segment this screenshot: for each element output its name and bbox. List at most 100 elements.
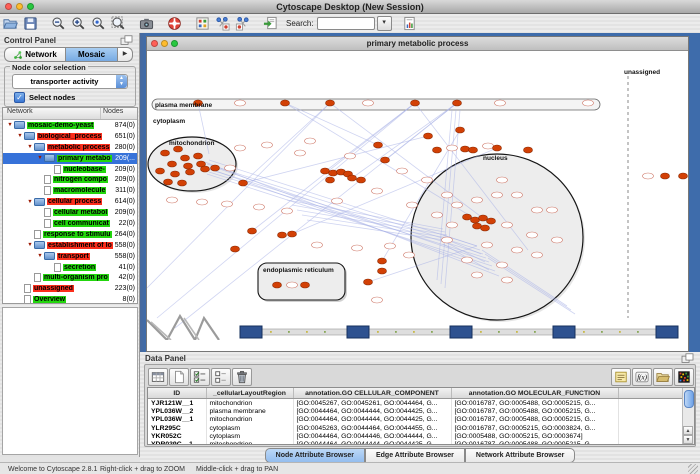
- network-node[interactable]: [281, 100, 290, 106]
- network-node-small[interactable]: [295, 150, 306, 156]
- expander-icon[interactable]: ▼: [16, 133, 24, 139]
- col-id[interactable]: ID: [148, 388, 206, 399]
- table-row[interactable]: YJR121W__1mitochondrion[GO:0045267, GO:0…: [148, 399, 684, 408]
- tree-row[interactable]: cell communicat22(0): [3, 218, 137, 229]
- network-node-small[interactable]: [643, 173, 654, 179]
- tree-row[interactable]: Overview8(0): [3, 294, 137, 304]
- network-node[interactable]: [463, 214, 472, 220]
- expander-icon[interactable]: ▼: [36, 155, 44, 161]
- network-node[interactable]: [326, 177, 335, 183]
- network-node-small[interactable]: [552, 237, 563, 243]
- network-node[interactable]: [278, 232, 287, 238]
- network-node-small[interactable]: [422, 177, 433, 183]
- table-row[interactable]: YLR295Ccytoplasm[GO:0045263, GO:0044464,…: [148, 424, 684, 432]
- network-node[interactable]: [473, 223, 482, 229]
- network-node[interactable]: [378, 268, 387, 274]
- open-icon[interactable]: [1, 15, 19, 32]
- network-node[interactable]: [487, 218, 496, 224]
- network-node-small[interactable]: [432, 212, 443, 218]
- network-node[interactable]: [288, 231, 297, 237]
- table-scrollbar[interactable]: ▲ ▼: [682, 388, 694, 444]
- network-node-small[interactable]: [482, 242, 493, 248]
- network-node-small[interactable]: [547, 207, 558, 213]
- network-node[interactable]: [168, 161, 177, 167]
- network-node[interactable]: [424, 133, 433, 139]
- tree-row[interactable]: macromolecule311(0): [3, 185, 137, 196]
- tree-column-nodes[interactable]: Nodes: [100, 108, 137, 119]
- network-node[interactable]: [461, 146, 470, 152]
- network-node[interactable]: [326, 100, 335, 106]
- network-node-small[interactable]: [197, 199, 208, 205]
- expander-icon[interactable]: ▼: [26, 242, 34, 248]
- import-document-icon[interactable]: [261, 15, 279, 32]
- network-node[interactable]: [481, 225, 490, 231]
- network-node-small[interactable]: [404, 252, 415, 258]
- network-node[interactable]: [239, 180, 248, 186]
- expander-icon[interactable]: ▼: [26, 144, 34, 150]
- tab-node-attribute-browser[interactable]: Node Attribute Browser: [265, 448, 365, 463]
- network-node[interactable]: [378, 258, 387, 264]
- network-node[interactable]: [164, 179, 173, 185]
- new-attribute-icon[interactable]: [169, 368, 189, 386]
- network-node-small[interactable]: [442, 237, 453, 243]
- tree-row[interactable]: secretion41(0): [3, 262, 137, 273]
- network-node-small[interactable]: [372, 297, 383, 303]
- network-node[interactable]: [364, 279, 373, 285]
- table-report-icon[interactable]: [401, 15, 419, 32]
- network-node-small[interactable]: [472, 197, 483, 203]
- network-node[interactable]: [456, 127, 465, 133]
- zoom-in-icon[interactable]: [69, 15, 87, 32]
- tree-row[interactable]: nucleobase-209(0): [3, 164, 137, 175]
- network-node-small[interactable]: [167, 197, 178, 203]
- network-node-small[interactable]: [363, 100, 374, 106]
- expander-icon[interactable]: ▼: [36, 253, 44, 259]
- network-node[interactable]: [248, 228, 257, 234]
- network-node[interactable]: [201, 166, 210, 172]
- network-node-small[interactable]: [532, 207, 543, 213]
- network-node-small[interactable]: [512, 192, 523, 198]
- tree-row[interactable]: unassigned223(0): [3, 283, 137, 294]
- network-node[interactable]: [357, 177, 366, 183]
- network-node[interactable]: [178, 180, 187, 186]
- network-node-small[interactable]: [492, 192, 503, 198]
- network-node-small[interactable]: [462, 257, 473, 263]
- tree-column-network[interactable]: Network: [3, 108, 100, 119]
- scroll-down-icon[interactable]: ▼: [683, 435, 693, 444]
- network-node[interactable]: [273, 282, 282, 288]
- col-molecular-function[interactable]: annotation.GO MOLECULAR_FUNCTION: [451, 388, 618, 399]
- network-node-small[interactable]: [282, 208, 293, 214]
- network-node-small[interactable]: [312, 242, 323, 248]
- table-row[interactable]: YKR052Ccytoplasm[GO:0044464, GO:0044446,…: [148, 432, 684, 440]
- zoom-selected-icon[interactable]: [89, 15, 107, 32]
- col-region[interactable]: _cellularLayoutRegion: [206, 388, 293, 399]
- network-node[interactable]: [329, 170, 338, 176]
- tree-row[interactable]: nitrogen compo209(0): [3, 174, 137, 185]
- network-node-small[interactable]: [235, 100, 246, 106]
- graphics-details-icon[interactable]: [193, 15, 211, 32]
- network-node-small[interactable]: [305, 138, 316, 144]
- expander-icon[interactable]: ▼: [6, 122, 14, 128]
- network-node[interactable]: [433, 147, 442, 153]
- matrix-browser-icon[interactable]: [674, 368, 694, 386]
- network-node-small[interactable]: [512, 247, 523, 253]
- network-node-small[interactable]: [262, 142, 273, 148]
- network-node-small[interactable]: [502, 277, 513, 283]
- search-input[interactable]: [317, 17, 375, 30]
- zoom-out-icon[interactable]: [49, 15, 67, 32]
- tree-row[interactable]: ▼transport558(0): [3, 251, 137, 262]
- birdseye-view-panel[interactable]: [2, 307, 138, 455]
- network-node-small[interactable]: [222, 201, 233, 207]
- label-icon[interactable]: [611, 368, 631, 386]
- network-node-small[interactable]: [345, 153, 356, 159]
- tree-row[interactable]: ▼primary metabo209(...: [3, 153, 137, 164]
- network-node-small[interactable]: [497, 262, 508, 268]
- tree-row[interactable]: cellular metabol209(0): [3, 207, 137, 218]
- network-node-small[interactable]: [452, 202, 463, 208]
- network-node-small[interactable]: [385, 243, 396, 249]
- tree-row[interactable]: multi-organism pro42(0): [3, 272, 137, 283]
- tab-edge-attribute-browser[interactable]: Edge Attribute Browser: [365, 448, 465, 463]
- expander-icon[interactable]: ▼: [26, 199, 34, 205]
- save-icon[interactable]: [21, 15, 39, 32]
- network-node-small[interactable]: [372, 188, 383, 194]
- delete-attribute-icon[interactable]: [232, 368, 252, 386]
